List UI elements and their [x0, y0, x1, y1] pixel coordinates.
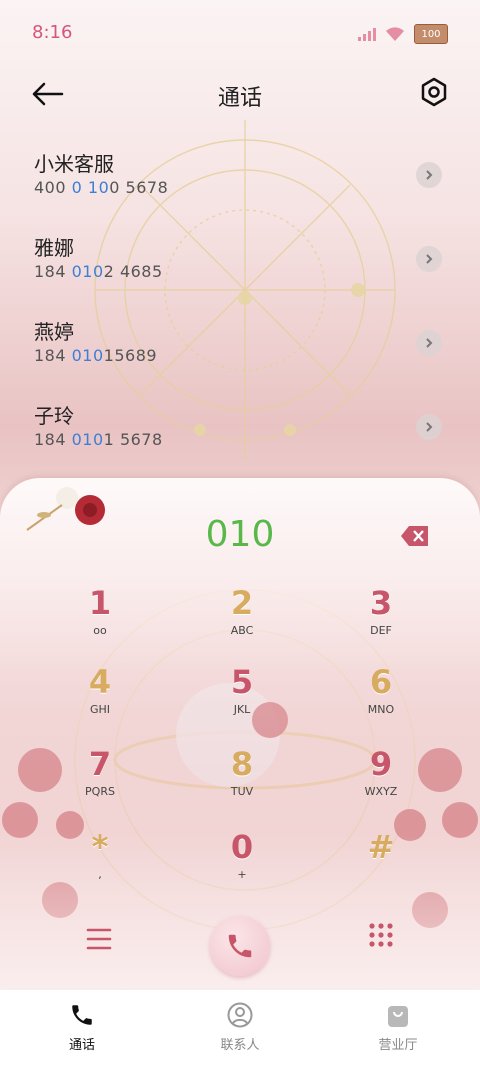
key-star[interactable]: * ,	[45, 828, 155, 892]
person-icon	[227, 1002, 253, 1028]
key-3[interactable]: 3 DEF	[326, 584, 436, 648]
tab-business-hall[interactable]: 营业厅	[348, 1002, 448, 1053]
bag-icon	[388, 1006, 408, 1027]
key-5[interactable]: 5 JKL	[187, 663, 297, 727]
signal-icon	[358, 27, 376, 41]
list-item[interactable]: 雅娜 184 0102 4685	[0, 224, 480, 308]
header: 通话	[0, 70, 480, 120]
call-button[interactable]	[210, 916, 270, 976]
contact-name: 雅娜	[34, 236, 74, 260]
tab-label: 营业厅	[378, 1038, 418, 1053]
key-1[interactable]: 1 oo	[45, 584, 155, 648]
list-item[interactable]: 小米客服 400 0 100 5678	[0, 140, 480, 224]
battery-icon: 100	[414, 24, 448, 44]
status-bar: 8:16 100	[0, 0, 480, 64]
dialer-actions	[0, 912, 480, 982]
contact-number: 184 0102 4685	[34, 262, 163, 281]
backspace-icon[interactable]	[400, 525, 430, 547]
key-4[interactable]: 4 GHI	[45, 663, 155, 727]
tab-label: 通话	[68, 1038, 95, 1053]
key-2[interactable]: 2 ABC	[187, 584, 297, 648]
list-item[interactable]: 燕婷 184 01015689	[0, 308, 480, 392]
contact-name: 子玲	[34, 404, 74, 428]
settings-icon[interactable]	[418, 76, 450, 108]
menu-icon[interactable]	[86, 926, 112, 952]
tab-calls[interactable]: 通话	[32, 1002, 132, 1053]
tab-label: 联系人	[220, 1038, 260, 1053]
key-0[interactable]: 0 +	[187, 828, 297, 892]
contact-number: 184 0101 5678	[34, 430, 163, 449]
chevron-right-icon[interactable]	[416, 414, 442, 440]
keypad-grid-icon[interactable]	[368, 922, 394, 948]
chevron-right-icon[interactable]	[416, 162, 442, 188]
wifi-icon	[386, 27, 404, 41]
phone-icon	[72, 1005, 92, 1025]
tab-contacts[interactable]: 联系人	[190, 1002, 290, 1053]
contact-number: 184 01015689	[34, 346, 158, 365]
list-item[interactable]: 子玲 184 0101 5678	[0, 392, 480, 476]
contact-name: 燕婷	[34, 320, 74, 344]
key-6[interactable]: 6 MNO	[326, 663, 436, 727]
contact-number: 400 0 100 5678	[34, 178, 169, 197]
voicemail-icon: oo	[93, 624, 107, 637]
key-hash[interactable]: #	[326, 828, 436, 892]
contact-name: 小米客服	[34, 152, 114, 176]
contact-list: 小米客服 400 0 100 5678 雅娜 184 0102 4685 燕婷 …	[0, 140, 480, 476]
key-9[interactable]: 9 WXYZ	[326, 745, 436, 809]
chevron-right-icon[interactable]	[416, 246, 442, 272]
page-title: 通话	[217, 86, 262, 111]
phone-icon	[228, 934, 252, 958]
status-icons: 100	[358, 24, 448, 44]
battery-level: 100	[421, 28, 441, 40]
bottom-nav: 通话 联系人 营业厅	[0, 990, 480, 1067]
chevron-right-icon[interactable]	[416, 330, 442, 356]
key-8[interactable]: 8 TUV	[187, 745, 297, 809]
status-time: 8:16	[32, 22, 73, 43]
key-7[interactable]: 7 PQRS	[45, 745, 155, 809]
